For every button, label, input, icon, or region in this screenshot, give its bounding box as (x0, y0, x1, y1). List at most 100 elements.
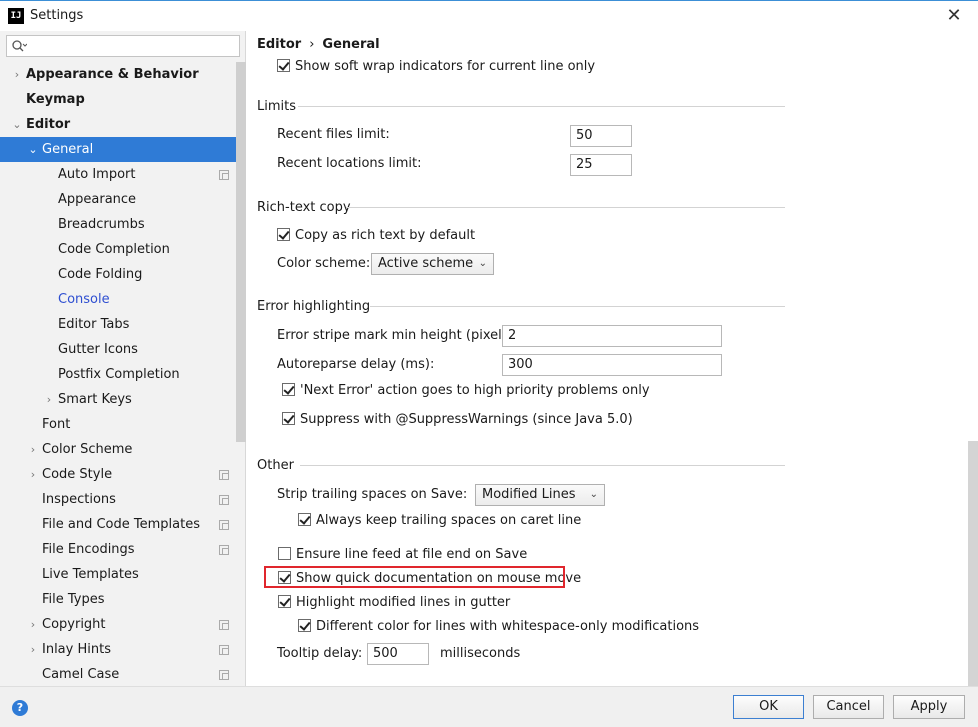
sidebar-item-label: Live Templates (42, 567, 139, 582)
keep-caret-spaces-row[interactable]: Always keep trailing spaces on caret lin… (298, 510, 581, 532)
tooltip-delay-label: Tooltip delay: (277, 646, 363, 661)
sidebar-item-editor-tabs[interactable]: Editor Tabs (0, 312, 236, 337)
sidebar-item-file-and-code-templates[interactable]: File and Code Templates (0, 512, 236, 537)
sidebar-item-smart-keys[interactable]: › Smart Keys (0, 387, 236, 412)
keep-caret-spaces-label: Always keep trailing spaces on caret lin… (316, 513, 582, 528)
strip-spaces-label: Strip trailing spaces on Save: (277, 487, 468, 502)
project-scope-icon (219, 470, 229, 480)
sidebar-item-postfix-completion[interactable]: Postfix Completion (0, 362, 236, 387)
main-scrollbar[interactable] (968, 441, 978, 686)
sidebar-item-console[interactable]: Console (0, 287, 236, 312)
help-icon[interactable]: ? (12, 700, 28, 716)
sidebar-item-label: File and Code Templates (42, 517, 200, 532)
sidebar-item-editor[interactable]: ⌄ Editor (0, 112, 236, 137)
sidebar-item-appearance-behavior[interactable]: › Appearance & Behavior (0, 62, 236, 87)
ok-button[interactable]: OK (733, 695, 804, 719)
suppress-warnings-row[interactable]: Suppress with @SuppressWarnings (since J… (282, 409, 633, 431)
keep-caret-spaces-checkbox[interactable] (298, 513, 311, 526)
settings-tree: › Appearance & Behavior Keymap ⌄ Editor ⌄ Gene… (0, 62, 246, 687)
sidebar-item-inspections[interactable]: Inspections (0, 487, 236, 512)
sidebar-item-live-templates[interactable]: Live Templates (0, 562, 236, 587)
breadcrumb: Editor › General (257, 37, 380, 52)
breadcrumb-separator: › (309, 37, 315, 52)
sidebar-item-file-types[interactable]: File Types (0, 587, 236, 612)
highlight-modified-row[interactable]: Highlight modified lines in gutter (278, 592, 510, 614)
chevron-down-icon[interactable]: ⌄ (11, 112, 23, 137)
different-color-checkbox[interactable] (298, 619, 311, 632)
apply-button[interactable]: Apply (893, 695, 965, 719)
color-scheme-label: Color scheme: (277, 256, 371, 271)
different-color-label: Different color for lines with whitespac… (316, 619, 700, 634)
limits-divider (298, 106, 785, 107)
highlight-modified-label: Highlight modified lines in gutter (296, 595, 511, 610)
sidebar-item-inlay-hints[interactable]: › Inlay Hints (0, 637, 236, 662)
sidebar-item-label: Code Folding (58, 267, 143, 282)
strip-spaces-dropdown[interactable]: Modified Lines ⌄ (475, 484, 605, 506)
sidebar-item-appearance[interactable]: Appearance (0, 187, 236, 212)
soft-wrap-checkbox[interactable] (277, 59, 290, 72)
sidebar-item-code-style[interactable]: › Code Style (0, 462, 236, 487)
soft-wrap-row[interactable]: Show soft wrap indicators for current li… (277, 56, 595, 78)
app-icon: IJ (8, 8, 24, 24)
autoreparse-label: Autoreparse delay (ms): (277, 357, 435, 372)
line-feed-checkbox[interactable] (278, 547, 291, 560)
next-error-row[interactable]: 'Next Error' action goes to high priorit… (282, 380, 650, 402)
rich-text-copy-row[interactable]: Copy as rich text by default (277, 225, 475, 247)
project-scope-icon (219, 670, 229, 680)
next-error-checkbox[interactable] (282, 383, 295, 396)
other-header: Other (257, 458, 294, 473)
sidebar-item-code-folding[interactable]: Code Folding (0, 262, 236, 287)
sidebar-item-auto-import[interactable]: Auto Import (0, 162, 236, 187)
sidebar-scrollbar[interactable] (236, 62, 246, 442)
chevron-right-icon[interactable]: › (27, 437, 39, 462)
suppress-warnings-checkbox[interactable] (282, 412, 295, 425)
recent-locations-field[interactable]: 25 (570, 154, 632, 176)
chevron-right-icon[interactable]: › (27, 462, 39, 487)
sidebar-item-label: Breadcrumbs (58, 217, 145, 232)
sidebar-item-label: Inspections (42, 492, 116, 507)
cancel-button[interactable]: Cancel (813, 695, 884, 719)
sidebar-item-code-completion[interactable]: Code Completion (0, 237, 236, 262)
project-scope-icon (219, 495, 229, 505)
tooltip-delay-field[interactable]: 500 (367, 643, 429, 665)
chevron-right-icon[interactable]: › (11, 62, 23, 87)
sidebar-item-label: Editor (26, 117, 71, 132)
sidebar-item-font[interactable]: Font (0, 412, 236, 437)
settings-sidebar: › Appearance & Behavior Keymap ⌄ Editor ⌄ Gene… (0, 31, 246, 686)
sidebar-item-label: Font (42, 417, 71, 432)
different-color-row[interactable]: Different color for lines with whitespac… (298, 616, 699, 638)
sidebar-item-file-encodings[interactable]: File Encodings (0, 537, 236, 562)
limits-header: Limits (257, 99, 296, 114)
color-scheme-dropdown[interactable]: Active scheme ⌄ (371, 253, 494, 275)
sidebar-item-keymap[interactable]: Keymap (0, 87, 236, 112)
line-feed-row[interactable]: Ensure line feed at file end on Save (278, 544, 527, 566)
autoreparse-field[interactable]: 300 (502, 354, 722, 376)
next-error-label: 'Next Error' action goes to high priorit… (300, 383, 650, 398)
chevron-right-icon[interactable]: › (43, 387, 55, 412)
rich-text-copy-checkbox[interactable] (277, 228, 290, 241)
error-highlighting-header: Error highlighting (257, 299, 371, 314)
chevron-right-icon[interactable]: › (27, 637, 39, 662)
sidebar-item-label: Code Style (42, 467, 113, 482)
chevron-down-icon[interactable]: ⌄ (27, 137, 39, 162)
sidebar-item-copyright[interactable]: › Copyright (0, 612, 236, 637)
chevron-right-icon[interactable]: › (27, 612, 39, 637)
tooltip-unit-label: milliseconds (440, 646, 521, 661)
search-input[interactable] (6, 35, 240, 57)
close-icon[interactable]: ✕ (942, 5, 966, 27)
project-scope-icon (219, 645, 229, 655)
sidebar-item-general[interactable]: ⌄ General (0, 137, 246, 162)
stripe-height-field[interactable]: 2 (502, 325, 722, 347)
recent-files-field[interactable]: 50 (570, 125, 632, 147)
highlight-modified-checkbox[interactable] (278, 595, 291, 608)
sidebar-item-gutter-icons[interactable]: Gutter Icons (0, 337, 236, 362)
sidebar-item-color-scheme[interactable]: › Color Scheme (0, 437, 236, 462)
sidebar-item-label: Appearance (58, 192, 137, 207)
sidebar-item-label: Color Scheme (42, 442, 133, 457)
line-feed-label: Ensure line feed at file end on Save (296, 547, 528, 562)
breadcrumb-parent[interactable]: Editor (257, 37, 301, 52)
sidebar-item-label: Editor Tabs (58, 317, 130, 332)
dialog-footer: ? OK Cancel Apply (0, 686, 978, 727)
sidebar-item-breadcrumbs[interactable]: Breadcrumbs (0, 212, 236, 237)
sidebar-item-camel-case[interactable]: Camel Case (0, 662, 236, 687)
